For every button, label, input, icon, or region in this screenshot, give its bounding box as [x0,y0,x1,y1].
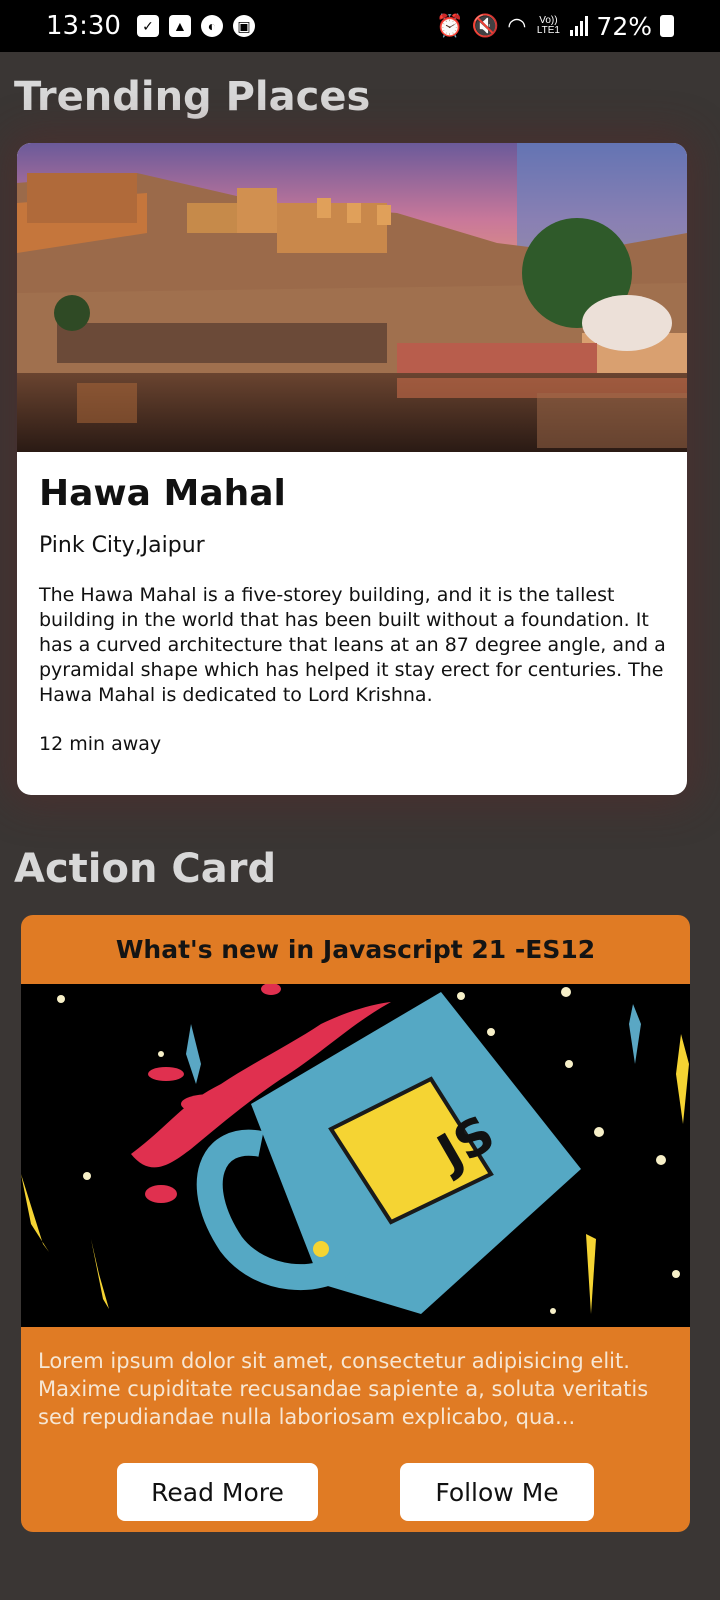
mute-icon: 🔇 [471,13,500,38]
app-notification-icon: ▣ [232,15,255,37]
checkbox-notification-icon: ✓ [136,15,159,37]
alarm-icon: ⏰ [436,13,464,38]
status-left: 13:30 ✓ ▲ ◐ ▣ [46,11,255,41]
place-photo [17,143,687,452]
place-description: The Hawa Mahal is a five-storey building… [39,584,666,706]
place-distance: 12 min away [39,733,162,755]
action-card-body-text: Lorem ipsum dolor sit amet, consectetur … [38,1349,649,1429]
action-card-body: Lorem ipsum dolor sit amet, consectetur … [38,1347,678,1431]
gallery-notification-icon: ▲ [168,15,191,37]
signal-icon [570,16,589,36]
action-card-title: Action Card [14,846,277,892]
battery-icon [660,15,674,37]
place-card[interactable]: Hawa Mahal Pink City,Jaipur The Hawa Mah… [17,143,687,795]
place-location: Pink City,Jaipur [39,533,205,558]
action-card: What's new in Javascript 21 -ES12 JS Lor… [21,915,690,1532]
read-more-button[interactable]: Read More [117,1463,318,1521]
action-card-header: What's new in Javascript 21 -ES12 [115,935,596,964]
follow-me-button[interactable]: Follow Me [400,1463,594,1521]
trending-places-title: Trending Places [14,74,371,120]
battery-percentage: 72% [596,11,652,41]
whatsapp-notification-icon: ◐ [200,15,223,37]
volte-icon: Vo)) LTE1 [536,15,560,36]
status-time: 13:30 [46,11,121,41]
js-mug-illustration: JS [21,984,690,1327]
status-right: ⏰ 🔇 ◠ Vo)) LTE1 72% [436,12,674,41]
place-name: Hawa Mahal [39,473,286,514]
status-bar: 13:30 ✓ ▲ ◐ ▣ ⏰ 🔇 ◠ Vo)) LTE1 72% [0,0,720,52]
wifi-icon: ◠ [507,13,527,38]
